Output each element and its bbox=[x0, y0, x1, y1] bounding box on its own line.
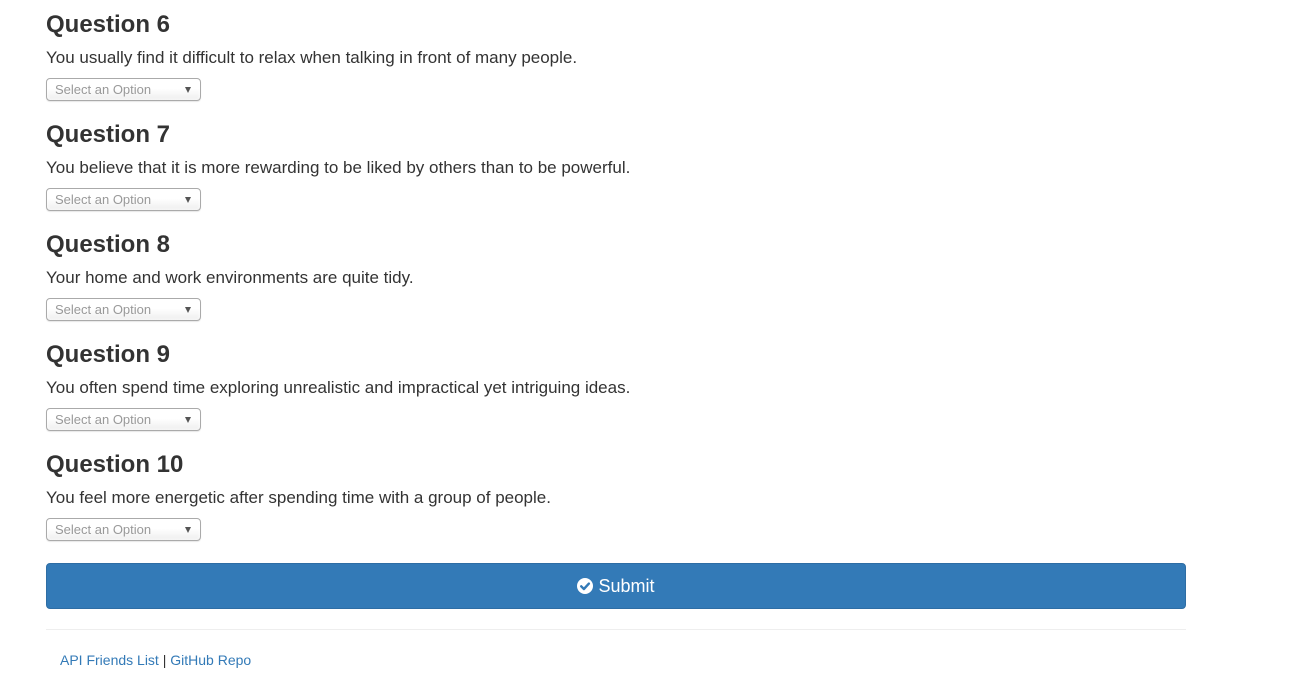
question-title: Question 10 bbox=[46, 451, 184, 478]
question-text: You feel more energetic after spending t… bbox=[46, 488, 551, 507]
caret-down-icon bbox=[185, 417, 191, 423]
question-title: Question 7 bbox=[46, 121, 171, 148]
question-text: You believe that it is more rewarding to… bbox=[46, 158, 631, 177]
github-repo-link[interactable]: GitHub Repo bbox=[170, 652, 251, 668]
question-text: You often spend time exploring unrealist… bbox=[46, 378, 631, 397]
question-text: You usually find it difficult to relax w… bbox=[46, 48, 578, 67]
footer: API Friends List | GitHub Repo bbox=[60, 651, 251, 669]
question-7: Question 7 You believe that it is more r… bbox=[46, 110, 1186, 220]
answer-select[interactable]: Select an Option bbox=[46, 408, 201, 431]
submit-label: Submit bbox=[598, 576, 655, 596]
answer-select[interactable]: Select an Option bbox=[46, 188, 201, 211]
footer-divider bbox=[46, 629, 1186, 630]
select-placeholder: Select an Option bbox=[55, 412, 152, 427]
caret-down-icon bbox=[185, 527, 191, 533]
footer-separator: | bbox=[162, 652, 167, 668]
question-title: Question 9 bbox=[46, 341, 171, 368]
caret-down-icon bbox=[185, 197, 191, 203]
question-8: Question 8 Your home and work environmen… bbox=[46, 220, 1186, 330]
answer-select[interactable]: Select an Option bbox=[46, 518, 201, 541]
question-10: Question 10 You feel more energetic afte… bbox=[46, 440, 1186, 550]
question-text: Your home and work environments are quit… bbox=[46, 268, 414, 287]
select-placeholder: Select an Option bbox=[55, 522, 152, 537]
api-friends-list-link[interactable]: API Friends List bbox=[60, 652, 159, 668]
select-placeholder: Select an Option bbox=[55, 82, 152, 97]
answer-select[interactable]: Select an Option bbox=[46, 78, 201, 101]
answer-select[interactable]: Select an Option bbox=[46, 298, 201, 321]
question-6: Question 6 You usually find it difficult… bbox=[46, 0, 1186, 110]
caret-down-icon bbox=[185, 87, 191, 93]
check-circle-icon bbox=[577, 578, 594, 594]
question-title: Question 8 bbox=[46, 231, 171, 258]
question-9: Question 9 You often spend time explorin… bbox=[46, 330, 1186, 440]
question-title: Question 6 bbox=[46, 11, 171, 38]
select-placeholder: Select an Option bbox=[55, 302, 152, 317]
submit-button[interactable]: Submit bbox=[46, 563, 1186, 609]
caret-down-icon bbox=[185, 307, 191, 313]
select-placeholder: Select an Option bbox=[55, 192, 152, 207]
